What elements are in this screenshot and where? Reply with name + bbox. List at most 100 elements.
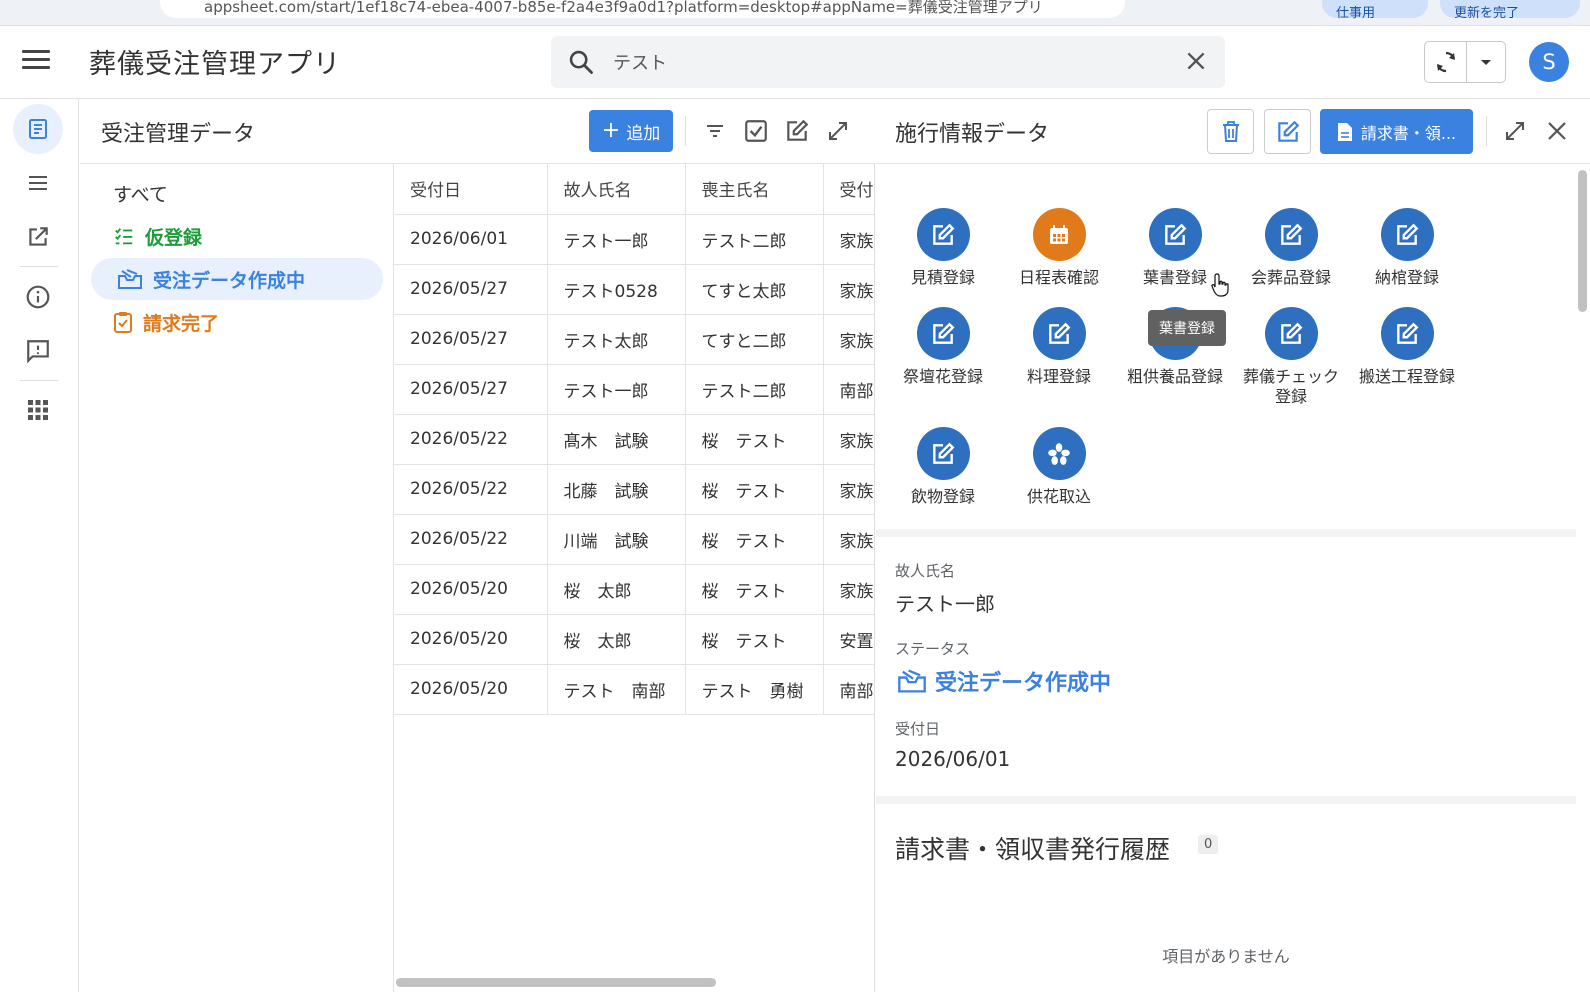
bulk-edit-button[interactable] — [782, 116, 812, 146]
nav-menu[interactable] — [13, 158, 63, 208]
header-divider — [685, 116, 686, 146]
column-header[interactable]: 受付日 — [394, 164, 548, 215]
add-button[interactable]: + 追加 — [589, 110, 673, 152]
add-button-label: 追加 — [626, 123, 661, 144]
action-label: 供花取込 — [1026, 487, 1091, 506]
column-header[interactable]: 受付 — [823, 164, 874, 215]
table-cell: テスト二郎 — [685, 364, 824, 415]
sync-icon — [1437, 51, 1455, 73]
hand-cursor-icon — [1211, 273, 1229, 297]
filter-billed[interactable]: 請求完了 — [91, 301, 219, 343]
filter-all[interactable]: すべて — [91, 172, 168, 214]
expand-button[interactable] — [823, 116, 853, 146]
search-input[interactable] — [613, 44, 1153, 80]
edit-icon — [1277, 120, 1299, 142]
clipboard-check-icon — [114, 312, 132, 333]
table-row[interactable]: 2026/05/22 髙木 試験桜 テスト 家族 — [394, 414, 874, 465]
sync-button[interactable] — [1425, 42, 1467, 82]
close-icon[interactable] — [1183, 48, 1209, 74]
nav-feedback[interactable] — [13, 326, 63, 376]
status-value: 受注データ作成中 — [897, 665, 1111, 697]
table-cell: テスト 勇樹 — [685, 664, 824, 715]
table-cell: 川端 試験 — [547, 514, 686, 565]
table-cell: 桜 テスト — [685, 514, 824, 565]
document-list-icon — [29, 119, 47, 139]
action-label: 日程表確認 — [1018, 268, 1099, 287]
sync-dropdown[interactable] — [1467, 42, 1505, 82]
invoice-button[interactable]: 請求書・領... — [1320, 109, 1473, 154]
menu-icon[interactable] — [22, 50, 50, 74]
status-filter-list: すべて 仮登録 受注データ作成中 請求完了 — [80, 164, 394, 992]
table-row[interactable]: 2026/05/27 テスト0528 てすと太郎 家族 — [394, 264, 874, 315]
action-button[interactable]: 搬送工程登録 — [1352, 307, 1462, 387]
filter-provisional[interactable]: 仮登録 — [91, 215, 202, 257]
edit-icon — [1380, 307, 1434, 360]
tooltip: 葉書登録 — [1148, 310, 1226, 346]
table-cell: 家族 — [823, 514, 874, 565]
search-box[interactable] — [551, 36, 1225, 88]
table-row[interactable]: 2026/05/20 テスト 南部 テスト 勇樹 南部 — [394, 664, 874, 715]
filter-label: 受注データ作成中 — [153, 269, 306, 292]
select-button[interactable] — [741, 116, 771, 146]
grid-icon — [28, 400, 48, 420]
delete-button[interactable] — [1207, 109, 1254, 154]
action-label: 搬送工程登録 — [1358, 367, 1455, 386]
action-label: 祭壇花登録 — [902, 367, 983, 386]
checklist-icon — [115, 228, 133, 245]
tray-icon — [118, 269, 142, 289]
table-cell: 2026/05/20 — [394, 614, 548, 665]
action-button[interactable]: 日程表確認 — [1004, 208, 1114, 288]
close-panel-button[interactable] — [1542, 116, 1572, 146]
table-cell: 安置 — [823, 614, 874, 665]
filter-button[interactable] — [700, 116, 730, 146]
nav-info[interactable] — [13, 272, 63, 322]
table-cell: テスト太郎 — [547, 314, 686, 365]
detail-fields: 故人氏名 テスト一郎 ステータス 受注データ作成中 受付日 2026/06/01 — [876, 537, 1576, 804]
table-row[interactable]: 2026/05/27 テスト太郎 てすと二郎 家族 — [394, 314, 874, 365]
address-bar[interactable]: appsheet.com/start/1ef18c74-ebea-4007-b8… — [160, 0, 1125, 18]
action-button[interactable]: 見積登録 — [888, 208, 998, 288]
table-row[interactable]: 2026/05/22 北藤 試験桜 テスト 家族 — [394, 464, 874, 515]
plus-icon: + — [601, 118, 621, 143]
table-cell: てすと二郎 — [685, 314, 824, 365]
status-label: ステータス — [895, 640, 971, 658]
table-cell: 2026/05/20 — [394, 564, 548, 615]
table-cell: 桜 太郎 — [547, 564, 686, 615]
avatar[interactable]: S — [1529, 42, 1569, 82]
column-header[interactable]: 喪主氏名 — [685, 164, 824, 215]
list-panel-title: 受注管理データ — [101, 122, 256, 147]
action-button[interactable]: 会葬品登録 — [1236, 208, 1346, 288]
table-row[interactable]: 2026/06/01 テスト一郎 テスト二郎 家族 — [394, 214, 874, 265]
profile-chip[interactable]: 仕事用 — [1322, 0, 1428, 21]
column-header[interactable]: 故人氏名 — [547, 164, 686, 215]
edit-icon — [1264, 208, 1318, 261]
table-row[interactable]: 2026/05/20 桜 太郎桜 テスト 安置 — [394, 614, 874, 665]
action-button[interactable]: 供花取込 — [1004, 427, 1114, 507]
received-date-label: 受付日 — [895, 720, 941, 738]
detail-panel-title: 施行情報データ — [895, 122, 1050, 147]
horizontal-scrollbar[interactable] — [396, 978, 716, 987]
edit-icon — [1032, 307, 1086, 360]
action-button[interactable]: 祭壇花登録 — [888, 307, 998, 387]
edit-button[interactable] — [1264, 109, 1311, 154]
filter-in-progress[interactable]: 受注データ作成中 — [91, 258, 383, 300]
action-button[interactable]: 葬儀チェック 登録 — [1236, 307, 1346, 407]
table-row[interactable]: 2026/05/22 川端 試験桜 テスト 家族 — [394, 514, 874, 565]
table-row[interactable]: 2026/05/27 テスト一郎 テスト二郎 南部 — [394, 364, 874, 415]
nav-open-external[interactable] — [13, 212, 63, 262]
action-label: 料理登録 — [1026, 367, 1091, 386]
action-button[interactable]: 料理登録 — [1004, 307, 1114, 387]
table-cell: テスト 南部 — [547, 664, 686, 715]
table-row[interactable]: 2026/05/20 桜 太郎桜 テスト 家族 — [394, 564, 874, 615]
nav-apps[interactable] — [13, 385, 63, 435]
table-cell: テスト一郎 — [547, 364, 686, 415]
expand-button[interactable] — [1500, 116, 1530, 146]
action-button[interactable]: 納棺登録 — [1352, 208, 1462, 288]
update-chip[interactable]: 更新を完了 — [1440, 0, 1580, 21]
table-cell: テスト0528 — [547, 264, 686, 315]
vertical-scrollbar[interactable] — [1578, 170, 1587, 312]
edit-icon — [787, 119, 809, 141]
action-button[interactable]: 飲物登録 — [888, 427, 998, 507]
table-cell: 家族 — [823, 314, 874, 365]
nav-list-view[interactable] — [13, 104, 63, 154]
